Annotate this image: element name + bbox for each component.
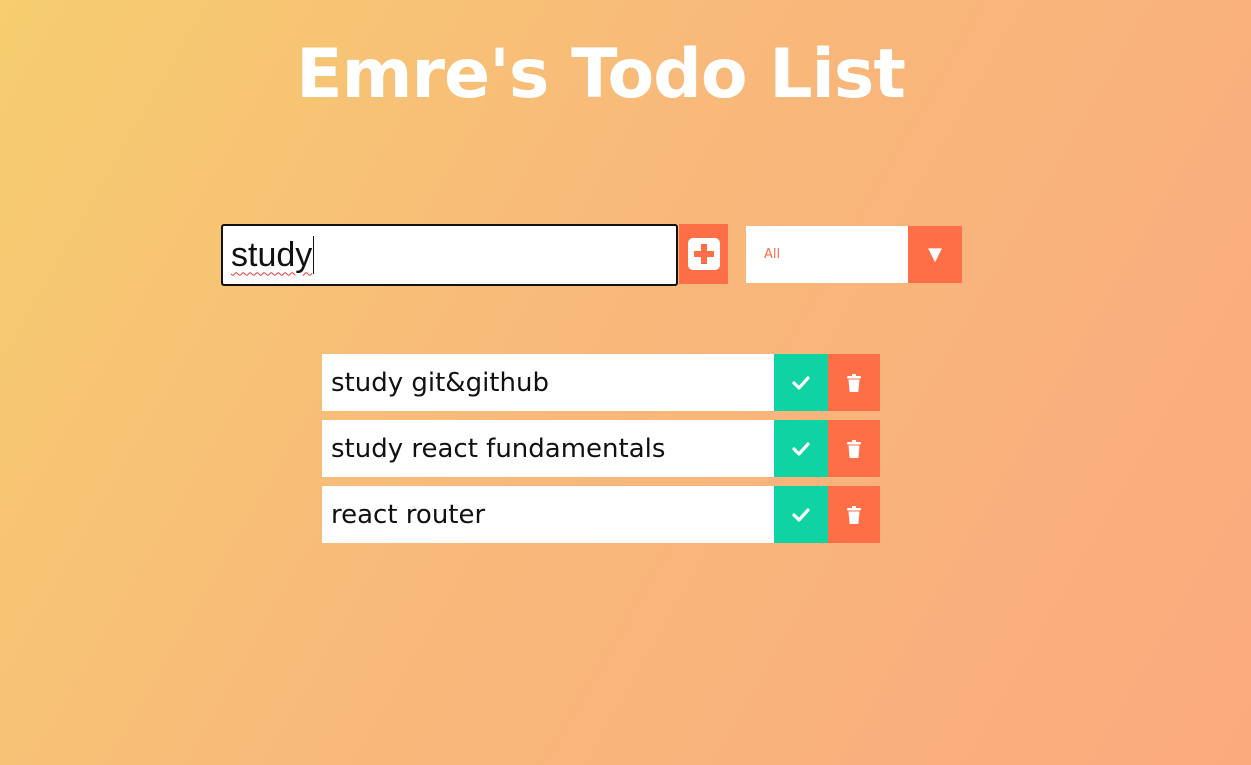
delete-button[interactable] <box>828 486 880 543</box>
delete-button[interactable] <box>828 420 880 477</box>
complete-button[interactable] <box>774 354 828 411</box>
todo-input-value: study <box>231 235 313 274</box>
filter-selected-value: All <box>764 247 781 262</box>
delete-button[interactable] <box>828 354 880 411</box>
plus-square-icon <box>687 238 720 270</box>
trash-icon <box>847 439 861 458</box>
todo-text: study git&github <box>331 367 549 398</box>
trash-icon <box>847 373 861 392</box>
check-icon <box>792 507 810 522</box>
filter-select[interactable]: All ▼ <box>746 226 962 283</box>
todo-item: study git&github <box>322 354 880 411</box>
trash-icon <box>847 505 861 524</box>
todo-list: study git&github study react fundamental… <box>322 354 880 552</box>
page-title: Emre's Todo List <box>296 35 906 114</box>
text-caret <box>313 236 315 274</box>
check-icon <box>792 375 810 390</box>
check-icon <box>792 441 810 456</box>
todo-form: study <box>221 224 728 286</box>
todo-text: react router <box>331 499 486 530</box>
todo-input[interactable]: study <box>221 224 678 286</box>
complete-button[interactable] <box>774 420 828 477</box>
complete-button[interactable] <box>774 486 828 543</box>
todo-item: react router <box>322 486 880 543</box>
todo-text: study react fundamentals <box>331 433 666 464</box>
add-todo-button[interactable] <box>679 224 728 284</box>
caret-down-icon[interactable]: ▼ <box>908 226 962 283</box>
todo-item: study react fundamentals <box>322 420 880 477</box>
